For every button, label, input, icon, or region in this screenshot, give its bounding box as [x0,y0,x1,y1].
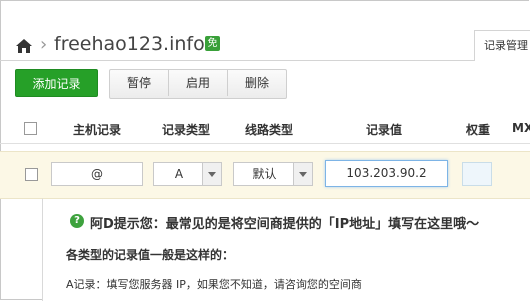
help-icon: ? [70,214,84,228]
line-type-select[interactable]: 默认 [233,162,313,186]
tip-title: 阿D提示您：最常见的是将空间商提供的「IP地址」填写在这里哦～ [90,217,480,232]
record-type-select[interactable]: A [153,162,222,186]
enable-button[interactable]: 启用 [169,70,228,96]
weight-input[interactable] [462,162,492,186]
column-header-value: 记录值 [366,123,403,137]
breadcrumb-separator: › [40,34,48,55]
tip-subtitle: 各类型的记录值一般是这样的： [66,248,235,262]
domain-title: freehao123.info [54,33,205,55]
column-header-host: 主机记录 [73,123,122,137]
delete-button[interactable]: 删除 [228,70,286,96]
chevron-down-icon[interactable] [202,163,221,185]
chevron-down-icon[interactable] [293,163,312,185]
record-value-input[interactable]: 103.203.90.2 [325,160,448,187]
host-record-input[interactable]: @ [51,162,143,186]
column-header-line: 线路类型 [245,123,294,137]
pause-button[interactable]: 暂停 [110,70,169,96]
column-header-weight: 权重 [466,123,491,137]
free-badge: 免 [205,36,220,51]
select-all-checkbox[interactable] [24,122,37,135]
record-action-group: 暂停 启用 删除 [109,69,287,99]
column-header-mx: MX [512,121,530,135]
column-header-type: 记录类型 [162,123,211,137]
add-record-button[interactable]: 添加记录 [15,69,98,97]
tip-a-record: A记录：填写您服务器 IP，如果您不知道，请咨询您的空间商 [66,278,362,291]
home-icon[interactable] [15,38,33,54]
record-type-value: A [174,167,184,181]
row-checkbox[interactable] [25,168,38,181]
tab-record-management[interactable]: 记录管理 [474,30,530,61]
line-type-value: 默认 [252,167,277,181]
header-divider [0,143,530,144]
tab-divider [0,60,474,61]
